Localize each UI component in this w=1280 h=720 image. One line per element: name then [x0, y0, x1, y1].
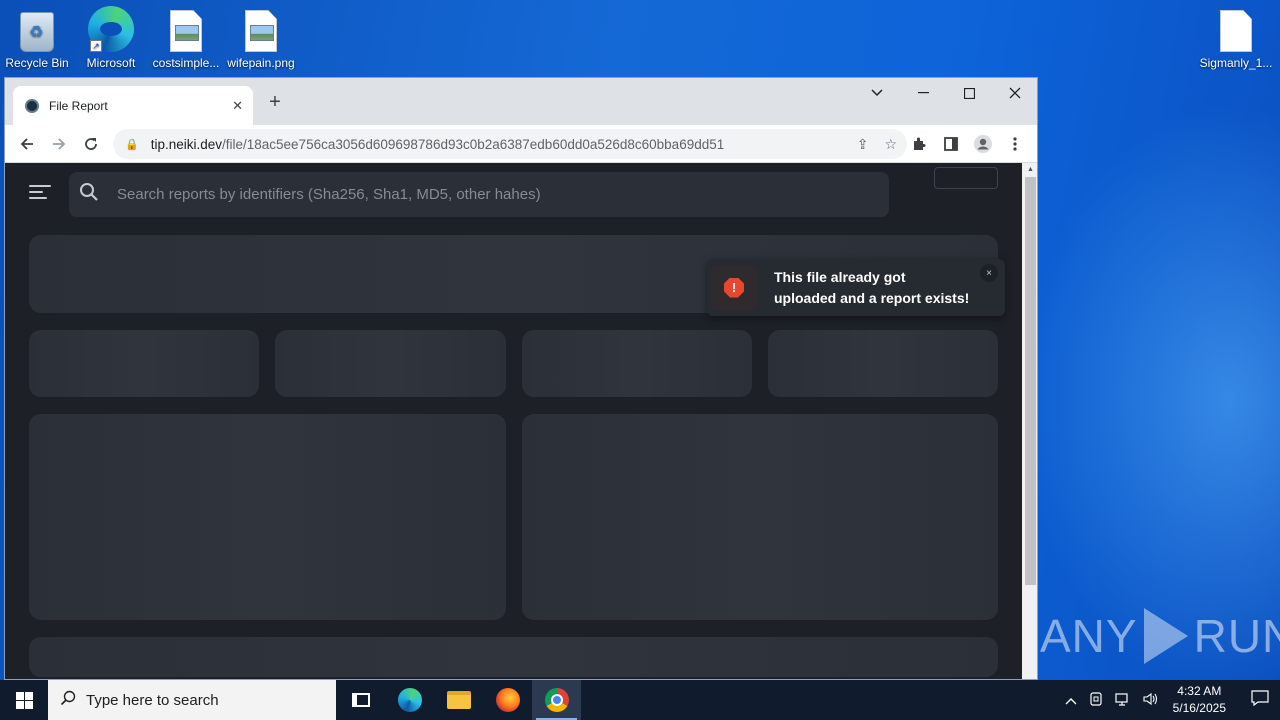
skeleton-panel-right — [522, 414, 998, 620]
taskbar-search-placeholder: Type here to search — [86, 691, 219, 709]
skeleton-footer-card — [29, 637, 998, 677]
skeleton-stat-card — [275, 330, 506, 397]
lock-icon[interactable]: 🔒 — [125, 138, 139, 151]
file-icon — [1220, 10, 1252, 52]
browser-window: File Report ✕ + 🔒 tip.neiki.dev/file/18a… — [4, 77, 1038, 680]
report-search-input[interactable] — [117, 186, 817, 203]
watermark-right: RUN — [1193, 610, 1280, 662]
play-icon — [1143, 608, 1188, 664]
report-search-bar[interactable] — [69, 172, 889, 217]
bookmark-star-icon[interactable]: ☆ — [884, 136, 897, 153]
volume-icon[interactable] — [1143, 692, 1159, 709]
skeleton-stat-card — [29, 330, 259, 397]
back-button[interactable] — [11, 128, 43, 160]
side-panel-icon[interactable] — [935, 128, 967, 160]
taskbar-firefox[interactable] — [483, 680, 532, 720]
extensions-icon[interactable] — [903, 128, 935, 160]
scrollbar-thumb[interactable] — [1025, 177, 1036, 585]
desktop-icon-label: costsimple... — [152, 56, 220, 70]
taskbar-search-box[interactable]: Type here to search — [48, 680, 336, 720]
desktop-icon-recycle-bin[interactable]: Recycle Bin — [0, 8, 75, 70]
folder-icon — [446, 691, 471, 709]
notifications-icon[interactable] — [1240, 690, 1280, 710]
page-content: ! This file already got uploaded and a r… — [5, 163, 1022, 679]
url-host: tip.neiki.dev — [150, 136, 222, 152]
hamburger-menu-icon[interactable] — [29, 185, 51, 203]
desktop-icon-label: Recycle Bin — [5, 56, 69, 70]
edge-icon — [397, 688, 422, 712]
search-icon — [79, 182, 109, 207]
clock-date: 5/16/2025 — [1172, 701, 1226, 715]
close-window-button[interactable] — [992, 78, 1037, 108]
windows-logo-icon — [15, 691, 33, 709]
device-icon[interactable] — [1089, 691, 1103, 709]
new-tab-button[interactable]: + — [263, 91, 287, 114]
more-menu-icon[interactable] — [999, 128, 1031, 160]
toast-close-icon[interactable]: × — [980, 264, 998, 282]
clock-time: 4:32 AM — [1177, 684, 1222, 698]
desktop-icon-label: wifepain.png — [227, 56, 295, 70]
tab-search-button[interactable] — [854, 78, 900, 108]
minimize-button[interactable] — [900, 78, 946, 108]
network-icon[interactable] — [1115, 692, 1131, 709]
taskbar-edge[interactable] — [385, 680, 434, 720]
site-favicon-icon — [25, 98, 39, 113]
clock[interactable]: 4:32 AM 5/16/2025 — [1173, 683, 1226, 717]
image-file-icon — [245, 10, 277, 52]
desktop-icon-wifepain[interactable]: wifepain.png — [223, 10, 299, 70]
firefox-icon — [495, 688, 520, 712]
search-icon — [60, 690, 76, 711]
taskbar-file-explorer[interactable] — [434, 680, 483, 720]
tab-title: File Report — [49, 98, 108, 113]
system-tray: 4:32 AM 5/16/2025 — [1059, 680, 1280, 720]
maximize-button[interactable] — [946, 78, 992, 108]
reload-button[interactable] — [75, 128, 107, 160]
address-bar[interactable]: 🔒 tip.neiki.dev/file/18ac5ee756ca3056d60… — [113, 129, 907, 159]
skeleton-stat-card — [768, 330, 998, 397]
page-scrollbar[interactable]: ▲ — [1022, 163, 1037, 679]
image-file-icon — [170, 10, 202, 52]
profile-avatar-icon[interactable] — [967, 128, 999, 160]
browser-toolbar: 🔒 tip.neiki.dev/file/18ac5ee756ca3056d60… — [5, 125, 1037, 163]
anyrun-watermark: ANY RUN — [1040, 608, 1280, 664]
task-view-button[interactable] — [336, 680, 385, 720]
chrome-icon — [544, 688, 569, 712]
task-view-icon — [351, 693, 370, 707]
skeleton-stat-card — [522, 330, 752, 397]
desktop-icon-edge[interactable]: ↗ Microsoft — [73, 6, 149, 70]
show-hidden-icons-chevron-icon[interactable] — [1065, 693, 1077, 708]
toast-icon-box: ! — [711, 264, 757, 311]
desktop-icon-sigmanly[interactable]: Sigmanly_1... — [1198, 10, 1274, 70]
url-path: /file/18ac5ee756ca3056d609698786d93c0b2a… — [222, 136, 725, 152]
watermark-left: ANY — [1040, 610, 1138, 662]
edge-shortcut-icon: ↗ — [88, 6, 134, 52]
shortcut-arrow-icon: ↗ — [90, 40, 102, 52]
taskbar: Type here to search 4:32 AM 5/16/2025 — [0, 680, 1280, 720]
desktop-icon-costsimple[interactable]: costsimple... — [148, 10, 224, 70]
desktop-icon-label: Microsoft — [86, 56, 136, 70]
recycle-bin-icon — [20, 12, 54, 52]
scroll-up-icon[interactable]: ▲ — [1026, 166, 1035, 173]
share-icon[interactable]: ⇪ — [857, 136, 869, 153]
tab-file-report[interactable]: File Report ✕ — [13, 86, 253, 125]
error-alert-icon: ! — [724, 277, 744, 298]
start-button[interactable] — [0, 680, 48, 720]
toast-message: This file already got uploaded and a rep… — [774, 268, 970, 306]
toolbar-right — [903, 128, 1031, 160]
url-text[interactable]: tip.neiki.dev/file/18ac5ee756ca3056d6096… — [151, 137, 841, 152]
desktop-icon-label: Sigmanly_1... — [1199, 56, 1273, 70]
tab-strip: File Report ✕ + — [5, 78, 1037, 125]
skeleton-panel-left — [29, 414, 506, 620]
header-button[interactable] — [934, 167, 998, 189]
tab-close-icon[interactable]: ✕ — [232, 98, 243, 114]
taskbar-chrome[interactable] — [532, 680, 581, 720]
forward-button[interactable] — [43, 128, 75, 160]
upload-exists-toast: ! This file already got uploaded and a r… — [707, 259, 1005, 316]
